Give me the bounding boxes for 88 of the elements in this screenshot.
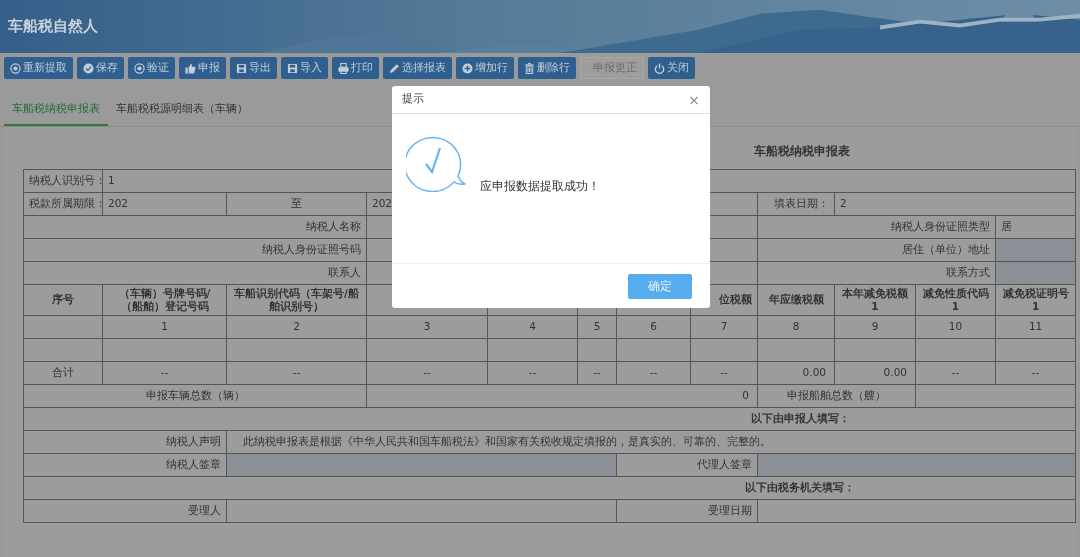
field-label: 纳税人身份证照类型 bbox=[757, 215, 996, 238]
table-cell: -- bbox=[366, 361, 488, 384]
column-header: 1 bbox=[1031, 299, 1040, 313]
toolbar-button[interactable]: 选择报表 bbox=[383, 57, 452, 79]
column-header: 减免税证明号 bbox=[1002, 286, 1069, 300]
field-label: 联系人 bbox=[23, 261, 367, 284]
toolbar-button[interactable]: 保存 bbox=[77, 57, 124, 79]
table-cell: 至 bbox=[226, 192, 367, 215]
table-cell: 9 bbox=[834, 315, 916, 338]
ok-button[interactable]: 确定 bbox=[628, 273, 692, 299]
table-cell: -- bbox=[690, 361, 758, 384]
close-button[interactable]: × bbox=[688, 92, 700, 107]
printer-icon bbox=[338, 62, 349, 74]
field-label: 受理日期 bbox=[616, 499, 758, 522]
table-cell: 0.00 bbox=[757, 361, 835, 384]
field-label: 纳税人名称 bbox=[23, 215, 367, 238]
column-header: 减免性质代码 bbox=[922, 286, 989, 300]
table-cell: -- bbox=[102, 361, 227, 384]
table-cell: 0.00 bbox=[834, 361, 916, 384]
table-cell: -- bbox=[915, 361, 996, 384]
thumbs-up-icon bbox=[185, 62, 196, 74]
table-cell: 4 bbox=[487, 315, 578, 338]
toolbar-button[interactable]: 增加行 bbox=[456, 57, 514, 79]
column-header: 本年减免税额 bbox=[842, 286, 908, 300]
field-label: 联系方式 bbox=[757, 261, 996, 284]
column-header: 年应缴税额 bbox=[757, 284, 835, 315]
column-header: （车辆）号牌号码/（船舶）登记号码 bbox=[117, 286, 212, 313]
input-field[interactable] bbox=[226, 453, 617, 476]
table-cell: 申报船舶总数（艘） bbox=[757, 384, 916, 407]
input-field[interactable] bbox=[757, 453, 1076, 476]
column-header: 1 bbox=[951, 299, 960, 313]
checkmark-bubble-icon bbox=[406, 135, 466, 192]
trash-icon bbox=[524, 62, 535, 74]
table-cell: 0 bbox=[366, 384, 758, 407]
table-cell: 1 bbox=[102, 315, 227, 338]
column-header: 序号 bbox=[23, 284, 103, 315]
dialog-message: 应申报数据提取成功！ bbox=[480, 177, 600, 195]
section-heading: 以下由税务机关填写： bbox=[23, 476, 1076, 499]
column-header: 1 bbox=[871, 299, 879, 313]
toolbar-button[interactable]: 打印 bbox=[332, 57, 379, 79]
field-label: 受理人 bbox=[23, 499, 227, 522]
field-label: 纳税人身份证照号码 bbox=[23, 238, 367, 261]
tab[interactable]: 车船税税源明细表（车辆） bbox=[108, 97, 256, 126]
table-cell: 7 bbox=[690, 315, 758, 338]
field-label: 纳税人声明 bbox=[23, 430, 227, 453]
pencil-icon bbox=[389, 62, 400, 74]
field-label: 纳税人签章 bbox=[23, 453, 227, 476]
table-cell: -- bbox=[616, 361, 691, 384]
toolbar-button[interactable]: 申报 bbox=[179, 57, 226, 79]
app-title: 车船税自然人 bbox=[7, 16, 98, 38]
table-cell: 8 bbox=[757, 315, 835, 338]
form-title: 车船税纳税申报表 bbox=[754, 143, 850, 158]
column-header: 车船识别代码（车架号/船舶识别号） bbox=[233, 286, 360, 313]
toolbar-button[interactable]: 重新提取 bbox=[4, 57, 73, 79]
table-cell: 2 bbox=[834, 192, 1076, 215]
table-cell: -- bbox=[226, 361, 367, 384]
table-cell: 202 bbox=[102, 192, 227, 215]
tab[interactable]: 车船税纳税申报表 bbox=[4, 97, 108, 126]
toolbar-button[interactable]: 验证 bbox=[128, 57, 175, 79]
dialog-title: 提示 bbox=[402, 91, 424, 108]
field-label: 居住（单位）地址 bbox=[757, 238, 996, 261]
plus-circle-icon bbox=[462, 62, 473, 74]
field-label: 代理人签章 bbox=[616, 453, 758, 476]
power-icon bbox=[654, 62, 665, 74]
table-cell: 11 bbox=[995, 315, 1076, 338]
target-icon bbox=[10, 62, 21, 74]
table-cell: 6 bbox=[616, 315, 691, 338]
field-label: 填表日期： bbox=[757, 192, 835, 215]
check-circle-icon bbox=[83, 62, 94, 74]
table-cell: 5 bbox=[577, 315, 617, 338]
toolbar-button[interactable]: 导出 bbox=[230, 57, 277, 79]
field-label: 税款所属期限： bbox=[23, 192, 103, 215]
table-cell: -- bbox=[995, 361, 1076, 384]
table-cell: -- bbox=[577, 361, 617, 384]
toolbar-button[interactable]: 导入 bbox=[281, 57, 328, 79]
table-cell: 合计 bbox=[23, 361, 103, 384]
table-cell: -- bbox=[487, 361, 578, 384]
target-icon bbox=[134, 62, 145, 74]
table-cell: 申报车辆总数（辆） bbox=[23, 384, 367, 407]
toolbar-button[interactable]: 关闭 bbox=[648, 57, 695, 79]
declaration-text: 此纳税申报表是根据《中华人民共和国车船税法》和国家有关税收规定填报的，是真实的、可靠的、完整的。 bbox=[226, 430, 1076, 453]
field-label: 纳税人识别号： bbox=[23, 169, 103, 192]
table-cell: 2 bbox=[226, 315, 367, 338]
toolbar-button[interactable]: 删除行 bbox=[518, 57, 576, 79]
section-heading: 以下由申报人填写： bbox=[23, 407, 1076, 430]
table-cell: 居 bbox=[995, 215, 1076, 238]
table-cell: 10 bbox=[915, 315, 996, 338]
table-cell: 3 bbox=[366, 315, 488, 338]
